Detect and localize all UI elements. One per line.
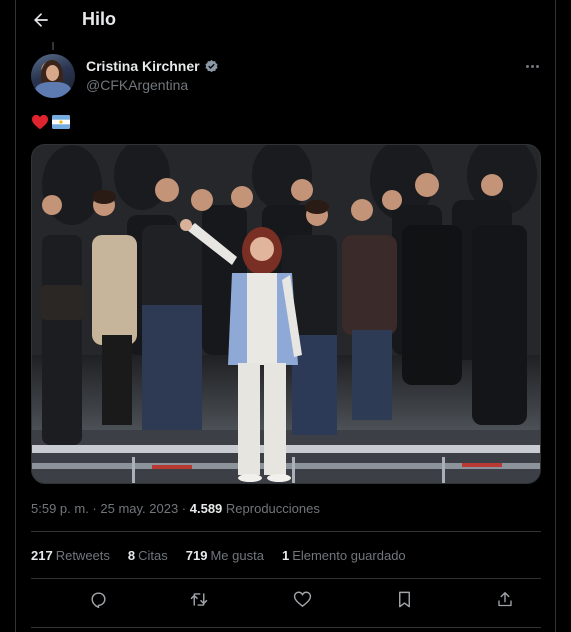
share-icon[interactable] — [494, 588, 516, 610]
divider — [31, 531, 541, 532]
crowd-photo-illustration — [32, 145, 540, 483]
divider — [31, 627, 541, 628]
more-options-icon[interactable] — [522, 57, 542, 75]
thread-column: Hilo Cristina Kirchner @CFKArgentina 5:5… — [15, 0, 556, 632]
thread-connector-line — [52, 42, 54, 50]
bookmarks-stat[interactable]: 1 Elemento guardado — [282, 548, 406, 563]
tweet-stats: 217 Retweets 8 Citas 719 Me gusta 1 Elemento… — [31, 548, 406, 563]
tweet-photo[interactable] — [31, 144, 541, 484]
author-name[interactable]: Cristina Kirchner — [86, 58, 200, 74]
quotes-stat[interactable]: 8 Citas — [128, 548, 168, 563]
tweet-time[interactable]: 5:59 p. m. — [31, 501, 89, 516]
likes-stat[interactable]: 719 Me gusta — [186, 548, 264, 563]
author-name-row: Cristina Kirchner — [86, 58, 219, 74]
tweet-actions — [31, 588, 541, 612]
tweet-text — [31, 114, 70, 130]
thread-header: Hilo — [16, 0, 557, 40]
tweet-date[interactable]: 25 may. 2023 — [100, 501, 178, 516]
reply-icon[interactable] — [87, 588, 109, 610]
avatar[interactable] — [31, 54, 75, 98]
tweet-timestamp: 5:59 p. m. · 25 may. 2023 · 4.589 Reprod… — [31, 501, 320, 516]
back-arrow-icon[interactable] — [30, 9, 52, 31]
retweets-stat[interactable]: 217 Retweets — [31, 548, 110, 563]
argentina-flag-icon — [52, 115, 70, 129]
author-handle[interactable]: @CFKArgentina — [86, 77, 188, 93]
like-icon[interactable] — [291, 588, 313, 610]
views-label: Reproducciones — [225, 501, 320, 516]
retweet-icon[interactable] — [188, 588, 210, 610]
divider — [31, 578, 541, 579]
bookmark-icon[interactable] — [393, 588, 415, 610]
verified-badge-icon[interactable] — [204, 59, 219, 74]
page-title: Hilo — [82, 9, 116, 29]
red-heart-icon — [31, 114, 49, 130]
views-count: 4.589 — [189, 501, 223, 516]
